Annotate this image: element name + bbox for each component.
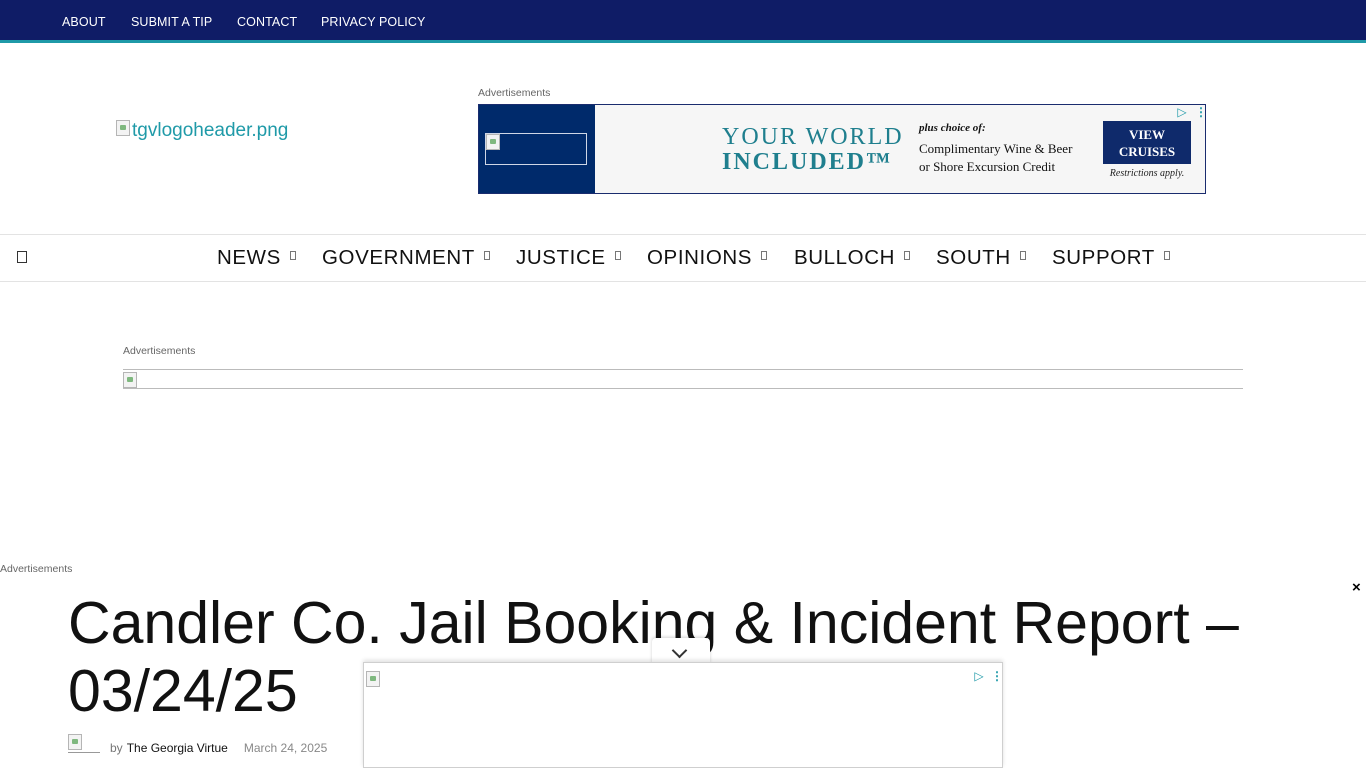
nav-item-justice[interactable]: JUSTICE [516,246,621,270]
nav-label: JUSTICE [516,246,606,269]
ad-brand-panel [479,105,595,193]
ad-offer-line2: or Shore Excursion Credit [919,159,1056,174]
nav-label: SUPPORT [1052,246,1155,269]
cta-line2: CRUISES [1118,144,1176,159]
ad-headline-line2: INCLUDED™ [722,149,893,175]
ad-plus-text: plus choice of: [919,122,986,134]
article-meta: by The Georgia Virtue March 24, 2025 [68,733,327,763]
ad-headline: YOUR WORLD INCLUDED™ [722,125,904,175]
ad-offer-line1: Complimentary Wine & Beer [919,141,1073,156]
adchoices-triangle-icon[interactable]: ▷ [970,669,988,683]
ad-headline-line1: YOUR WORLD [722,124,904,150]
main-nav: NEWS GOVERNMENT JUSTICE OPINIONS BULLOCH… [0,234,1366,282]
byline-prefix: by [110,741,123,755]
dropdown-caret-icon [1019,251,1026,260]
hamburger-menu-icon[interactable] [17,251,27,263]
publish-date: March 24, 2025 [243,741,328,755]
dropdown-caret-icon [761,251,768,260]
dropdown-caret-icon [1163,251,1170,260]
topbar-link-submit-a-tip[interactable]: SUBMIT A TIP [131,15,212,29]
chevron-down-icon [671,642,688,659]
close-icon[interactable]: × [1352,579,1361,596]
topbar-link-contact[interactable]: CONTACT [237,15,297,29]
mid-ad-slot[interactable] [123,369,1243,389]
header-ad-label: Advertisements [478,87,551,99]
ad-restrictions: Restrictions apply. [1109,168,1185,179]
nav-label: SOUTH [936,246,1011,269]
broken-image-icon [68,734,82,750]
site-logo[interactable]: tgvlogoheader.png [116,120,288,142]
sticky-bottom-ad[interactable]: ▷ ⋮ [363,662,1003,768]
nav-item-support[interactable]: SUPPORT [1052,246,1170,270]
broken-image-icon [366,671,380,687]
mid-ad-label: Advertisements [123,345,196,357]
ad-menu-dots-icon[interactable]: ⋮ [991,669,1003,683]
broken-image-icon [486,134,500,150]
nav-label: GOVERNMENT [322,246,475,269]
ad-offer: Complimentary Wine & Beer or Shore Excur… [919,140,1089,176]
nav-item-south[interactable]: SOUTH [936,246,1026,270]
ad-menu-dots-icon[interactable]: ⋮ [1195,105,1205,119]
dropdown-caret-icon [483,251,490,260]
topbar-link-about[interactable]: ABOUT [62,15,106,29]
nav-item-bulloch[interactable]: BULLOCH [794,246,911,270]
topbar-link-privacy-policy[interactable]: PRIVACY POLICY [321,15,425,29]
adchoices-triangle-icon[interactable]: ▷ [1173,105,1191,119]
broken-image-icon [123,372,137,388]
author-avatar[interactable] [68,734,100,762]
nav-label: OPINIONS [647,246,753,269]
ad-logo-image [485,133,587,165]
cta-line1: VIEW [1128,127,1166,142]
dropdown-caret-icon [289,251,296,260]
logo-alt-text: tgvlogoheader.png [132,120,289,141]
side-ad-label: Advertisements [0,563,73,575]
header-ad-banner[interactable]: YOUR WORLD INCLUDED™ plus choice of: Com… [478,104,1206,194]
nav-label: BULLOCH [794,246,896,269]
nav-item-government[interactable]: GOVERNMENT [322,246,490,270]
nav-item-news[interactable]: NEWS [217,246,296,270]
nav-label: NEWS [217,246,281,269]
dropdown-caret-icon [614,251,621,260]
sticky-ad-collapse-tab[interactable] [652,638,710,664]
broken-image-icon [116,120,130,136]
view-cruises-button[interactable]: VIEW CRUISES [1103,121,1191,164]
author-link[interactable]: The Georgia Virtue [127,741,228,755]
dropdown-caret-icon [904,251,911,260]
top-bar: ABOUT SUBMIT A TIP CONTACT PRIVACY POLIC… [0,0,1366,43]
nav-item-opinions[interactable]: OPINIONS [647,246,768,270]
